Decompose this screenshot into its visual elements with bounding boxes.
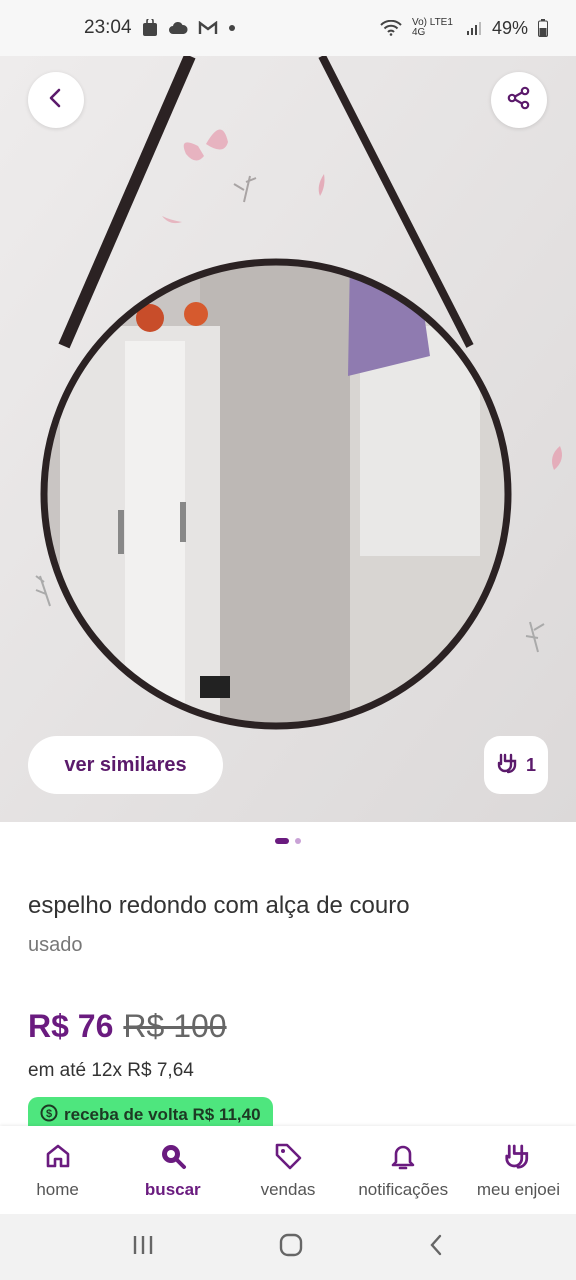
nav-sales[interactable]: vendas bbox=[230, 1126, 345, 1214]
nav-home-label: home bbox=[36, 1180, 79, 1199]
product-title: espelho redondo com alça de couro bbox=[28, 892, 410, 919]
see-similar-label: ver similares bbox=[64, 753, 187, 776]
nav-home[interactable]: home bbox=[0, 1126, 115, 1214]
clock: 23:04 bbox=[84, 17, 132, 38]
search-icon bbox=[158, 1140, 188, 1172]
nav-my-enjoei-label: meu enjoei bbox=[476, 1180, 560, 1199]
installments-info: em até 12x R$ 7,64 bbox=[28, 1060, 194, 1081]
nav-notifications-label: notificações bbox=[358, 1180, 449, 1199]
share-icon bbox=[506, 85, 532, 116]
back-button[interactable] bbox=[28, 72, 84, 128]
more-notifications-dot bbox=[228, 24, 236, 32]
nav-notifications[interactable]: notificações bbox=[346, 1126, 461, 1214]
nav-my-enjoei[interactable]: meu enjoei bbox=[461, 1126, 576, 1214]
original-price: R$ 100 bbox=[123, 1008, 227, 1044]
share-button[interactable] bbox=[491, 72, 547, 128]
current-price: R$ 76 bbox=[28, 1008, 114, 1044]
system-navigation-bar bbox=[0, 1214, 576, 1280]
back-system-button[interactable] bbox=[427, 1233, 445, 1262]
home-system-button[interactable] bbox=[278, 1232, 304, 1263]
chevron-left-icon bbox=[46, 87, 66, 114]
product-photo-mirror bbox=[0, 56, 576, 822]
nav-search[interactable]: buscar bbox=[115, 1126, 230, 1214]
cloud-icon bbox=[168, 21, 188, 35]
like-count: 1 bbox=[525, 754, 536, 775]
see-similar-button[interactable]: ver similares bbox=[28, 736, 223, 794]
gmail-icon bbox=[198, 21, 218, 35]
product-image-carousel[interactable]: ver similares 1 bbox=[0, 56, 576, 822]
image-pager bbox=[0, 838, 576, 844]
pager-dot[interactable] bbox=[295, 838, 301, 844]
price-row: R$ 76 R$ 100 bbox=[28, 1008, 227, 1045]
nav-search-label: buscar bbox=[144, 1180, 201, 1199]
signal-icon bbox=[466, 20, 482, 36]
product-condition: usado bbox=[28, 934, 83, 956]
shop-notification-icon bbox=[142, 19, 158, 37]
bottom-navigation: home buscar vendas notificações meu enjo… bbox=[0, 1126, 576, 1214]
home-icon bbox=[43, 1140, 73, 1172]
svg-text:$: $ bbox=[46, 1108, 52, 1120]
recent-apps-button[interactable] bbox=[131, 1234, 155, 1261]
rock-hand-icon bbox=[496, 751, 520, 780]
battery-icon bbox=[538, 19, 548, 37]
nav-sales-label: vendas bbox=[260, 1180, 316, 1199]
bell-icon bbox=[388, 1140, 418, 1172]
pager-dot-active[interactable] bbox=[275, 838, 289, 844]
like-button[interactable]: 1 bbox=[484, 736, 548, 794]
cashback-icon: $ bbox=[40, 1104, 58, 1127]
tag-icon bbox=[273, 1140, 303, 1172]
battery-percent: 49% bbox=[491, 17, 528, 38]
wifi-icon bbox=[380, 20, 402, 36]
status-bar: 23:04 Vo) LTE1 4G 49% bbox=[0, 0, 576, 56]
network-type-label: Vo) LTE1 4G bbox=[411, 17, 453, 38]
rock-hand-icon bbox=[503, 1140, 533, 1172]
cashback-label: receba de volta R$ 11,40 bbox=[64, 1105, 261, 1124]
